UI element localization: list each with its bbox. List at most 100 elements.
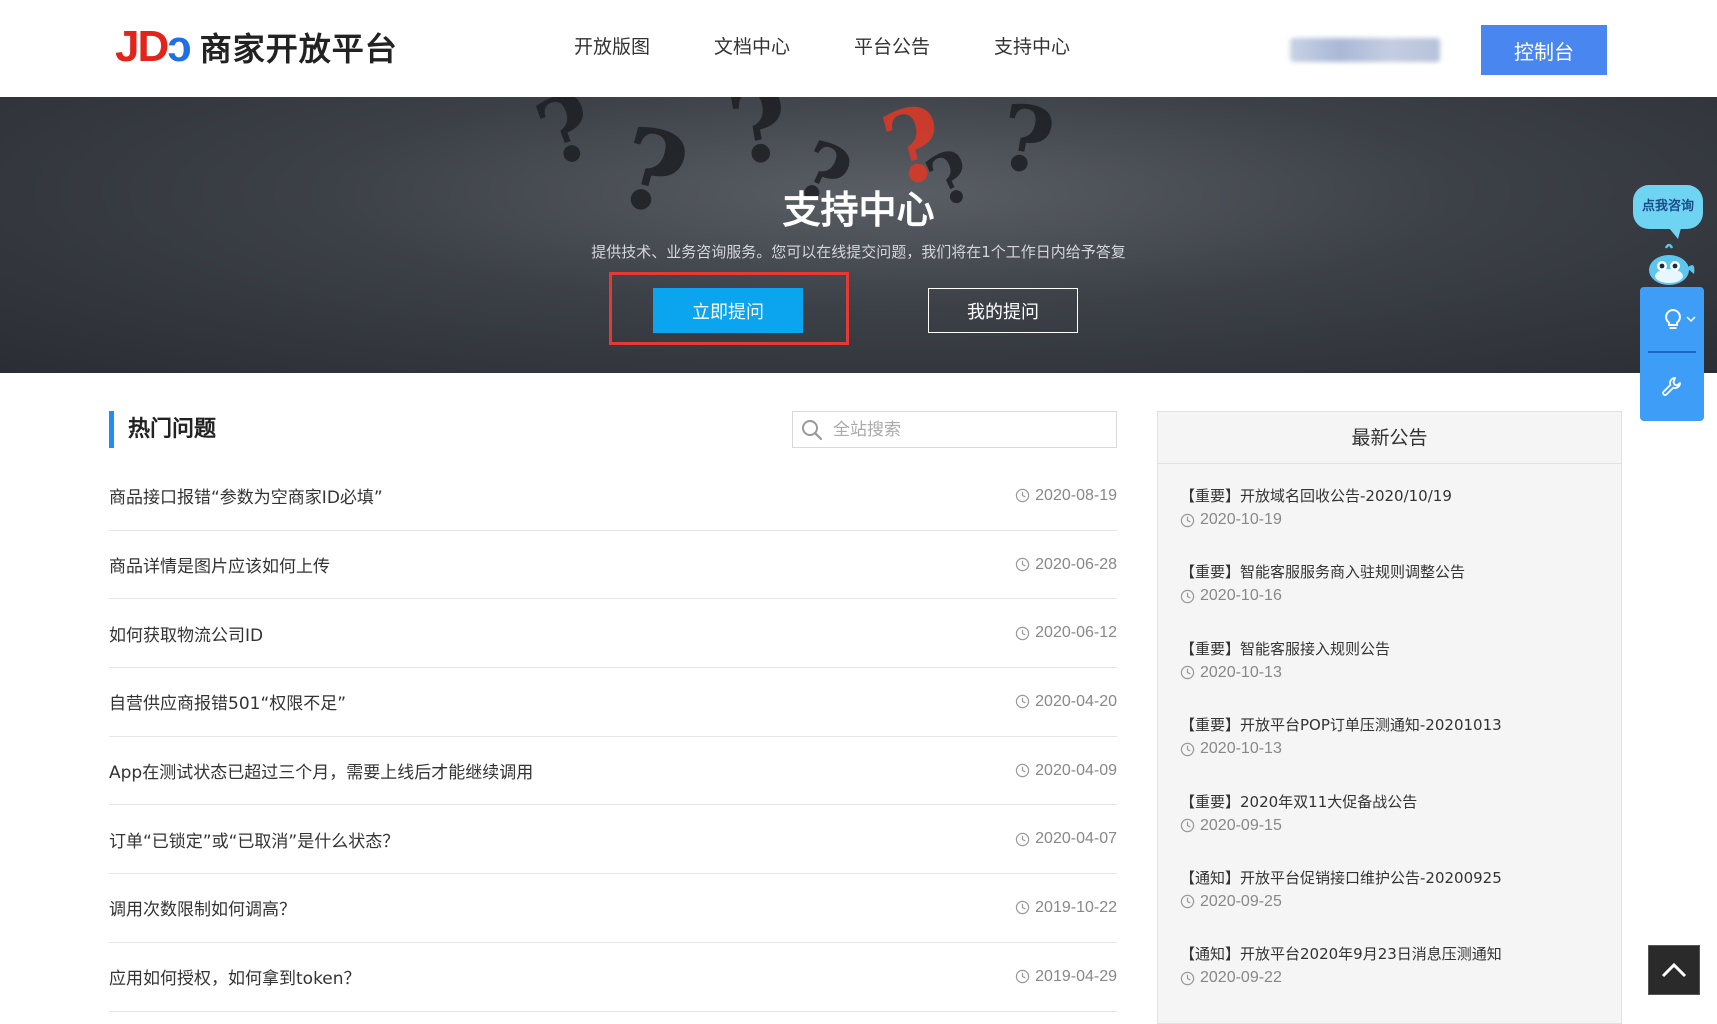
question-row[interactable]: 如何获取物流公司ID 2020-06-12 (109, 599, 1117, 669)
nav-open-map[interactable]: 开放版图 (574, 32, 650, 59)
question-date: 2020-06-28 (1015, 556, 1117, 574)
whale-mascot-icon[interactable] (1642, 240, 1698, 290)
question-title[interactable]: 商品详情是图片应该如何上传 (109, 552, 330, 577)
question-date: 2020-08-19 (1015, 487, 1117, 505)
console-button[interactable]: 控制台 (1481, 25, 1607, 75)
wrench-icon[interactable] (1660, 375, 1684, 399)
latest-announcements-panel: 最新公告 【重要】开放域名回收公告-2020/10/19 2020-10-19 … (1157, 411, 1622, 1024)
question-date: 2020-04-07 (1015, 830, 1117, 848)
question-row[interactable]: 商品详情是图片应该如何上传 2020-06-28 (109, 531, 1117, 600)
side-toolbar (1640, 287, 1704, 421)
nav-docs[interactable]: 文档中心 (714, 32, 790, 59)
announcement-date: 2020-10-13 (1180, 664, 1599, 682)
clock-icon (1015, 626, 1030, 640)
announcement-date-text: 2020-09-25 (1200, 892, 1282, 910)
question-row[interactable]: 调用次数限制如何调高？ 2019-10-22 (109, 874, 1117, 943)
support-banner: ? ? ? ? ? ? ? 支持中心 提供技术、业务咨询服务。您可以在线提交问题… (0, 97, 1717, 373)
clock-icon (1180, 589, 1195, 604)
announcement-title[interactable]: 【重要】智能客服接入规则公告 (1180, 638, 1599, 659)
question-date-text: 2020-06-28 (1035, 555, 1117, 573)
clock-icon (1180, 513, 1195, 527)
consult-bubble[interactable]: 点我咨询 (1633, 185, 1703, 239)
announcement-title[interactable]: 【重要】开放域名回收公告-2020/10/19 (1180, 485, 1599, 506)
chevron-down-icon[interactable] (1686, 315, 1696, 323)
logo-text: 商家开放平台 (199, 30, 398, 68)
clock-icon (1180, 666, 1195, 680)
clock-icon (1015, 489, 1030, 503)
clock-icon (1015, 832, 1030, 846)
question-date-text: 2019-10-22 (1035, 898, 1117, 916)
announcement-date-text: 2020-10-19 (1200, 511, 1282, 528)
question-date: 2019-10-22 (1015, 899, 1117, 917)
question-date: 2020-04-20 (1015, 693, 1117, 711)
announcement-title[interactable]: 【重要】智能客服服务商入驻规则调整公告 (1180, 561, 1599, 582)
back-to-top-button[interactable] (1648, 945, 1700, 995)
question-title[interactable]: 如何获取物流公司ID (109, 621, 263, 646)
announcement-item[interactable]: 【重要】2020年双11大促备战公告 2020-09-15 (1158, 770, 1621, 846)
search-input[interactable] (833, 412, 1113, 447)
logo-c-icon: ↄ (167, 22, 192, 71)
announcement-date-text: 2020-09-22 (1200, 969, 1282, 987)
question-date: 2019-04-29 (1015, 968, 1117, 986)
announcement-date: 2020-09-22 (1180, 969, 1599, 987)
question-title[interactable]: App在测试状态已超过三个月，需要上线后才能继续调用 (109, 758, 533, 783)
clock-icon (1015, 695, 1030, 709)
question-mark-decor-icon: ? (720, 97, 799, 190)
jd-logo[interactable]: JDↄ 商家开放平台 (115, 24, 398, 70)
question-date: 2020-06-12 (1015, 624, 1117, 642)
announcement-title[interactable]: 【通知】开放平台促销接口维护公告-20200925 (1180, 867, 1599, 888)
clock-icon (1180, 818, 1195, 833)
announcement-item[interactable]: 【通知】开放平台2020年9月23日消息压测通知 2020-09-22 (1158, 922, 1621, 998)
announcement-item[interactable]: 【通知】开放平台促销接口维护公告-20200925 2020-09-25 (1158, 846, 1621, 922)
announcement-item[interactable]: 【重要】开放域名回收公告-2020/10/19 2020-10-19 (1158, 464, 1621, 540)
announcement-date: 2020-09-15 (1180, 817, 1599, 835)
announcement-title[interactable]: 【重要】开放平台POP订单压测通知-20201013 (1180, 714, 1599, 735)
question-row[interactable]: 自营供应商报错501“权限不足” 2020-04-20 (109, 668, 1117, 737)
question-title[interactable]: 调用次数限制如何调高？ (109, 895, 296, 920)
clock-icon (1180, 742, 1195, 756)
announcement-date-text: 2020-09-15 (1200, 816, 1282, 834)
announcement-item[interactable]: 【重要】智能客服服务商入驻规则调整公告 2020-10-16 (1158, 540, 1621, 616)
question-date-text: 2020-04-09 (1035, 761, 1117, 779)
question-row[interactable]: 订单“已锁定”或“已取消”是什么状态？ 2020-04-07 (109, 805, 1117, 875)
hot-questions-list: 商品接口报错“参数为空商家ID必填” 2020-08-19 商品详情是图片应该如… (109, 462, 1117, 1012)
search-icon[interactable] (801, 419, 823, 441)
question-title[interactable]: 订单“已锁定”或“已取消”是什么状态？ (109, 827, 399, 852)
clock-icon (1015, 901, 1030, 915)
nav-announcements[interactable]: 平台公告 (854, 32, 930, 59)
question-row[interactable]: 商品接口报错“参数为空商家ID必填” 2020-08-19 (109, 462, 1117, 531)
question-row[interactable]: App在测试状态已超过三个月，需要上线后才能继续调用 2020-04-09 (109, 737, 1117, 806)
chevron-up-icon (1661, 962, 1687, 978)
announcement-date: 2020-10-13 (1180, 740, 1599, 758)
hot-questions-heading: 热门问题 (109, 411, 216, 448)
clock-icon (1180, 895, 1195, 909)
nav-support[interactable]: 支持中心 (994, 32, 1070, 59)
site-search[interactable] (792, 411, 1117, 448)
main-nav: 开放版图 文档中心 平台公告 支持中心 (574, 32, 1134, 59)
lightbulb-icon[interactable] (1660, 307, 1686, 333)
question-date: 2020-04-09 (1015, 762, 1117, 780)
announcement-date-text: 2020-10-13 (1200, 740, 1282, 758)
my-questions-button[interactable]: 我的提问 (928, 288, 1078, 333)
question-title[interactable]: 应用如何授权，如何拿到token？ (109, 964, 361, 989)
announcement-title[interactable]: 【重要】2020年双11大促备战公告 (1180, 791, 1599, 812)
question-date-text: 2020-08-19 (1035, 486, 1117, 504)
clock-icon (1180, 971, 1195, 986)
announcement-title[interactable]: 【通知】开放平台2020年9月23日消息压测通知 (1180, 943, 1599, 964)
clock-icon (1015, 763, 1030, 778)
logo-mark: JDↄ (115, 22, 192, 71)
announcement-date: 2020-10-16 (1180, 587, 1599, 605)
announcement-item[interactable]: 【重要】智能客服接入规则公告 2020-10-13 (1158, 617, 1621, 693)
clock-icon (1015, 969, 1030, 984)
toolbar-divider (1648, 351, 1696, 353)
question-row[interactable]: 应用如何授权，如何拿到token？ 2019-04-29 (109, 943, 1117, 1012)
announcement-item[interactable]: 【重要】开放平台POP订单压测通知-20201013 2020-10-13 (1158, 693, 1621, 769)
announcements-title: 最新公告 (1158, 412, 1621, 464)
blurred-username[interactable] (1290, 38, 1440, 62)
question-title[interactable]: 自营供应商报错501“权限不足” (109, 689, 346, 714)
banner-subtitle: 提供技术、业务咨询服务。您可以在线提交问题，我们将在1个工作日内给予答复 (591, 243, 1126, 261)
clock-icon (1015, 557, 1030, 572)
ask-question-button[interactable]: 立即提问 (653, 288, 803, 333)
question-title[interactable]: 商品接口报错“参数为空商家ID必填” (109, 483, 383, 508)
question-date-text: 2019-04-29 (1035, 967, 1117, 985)
